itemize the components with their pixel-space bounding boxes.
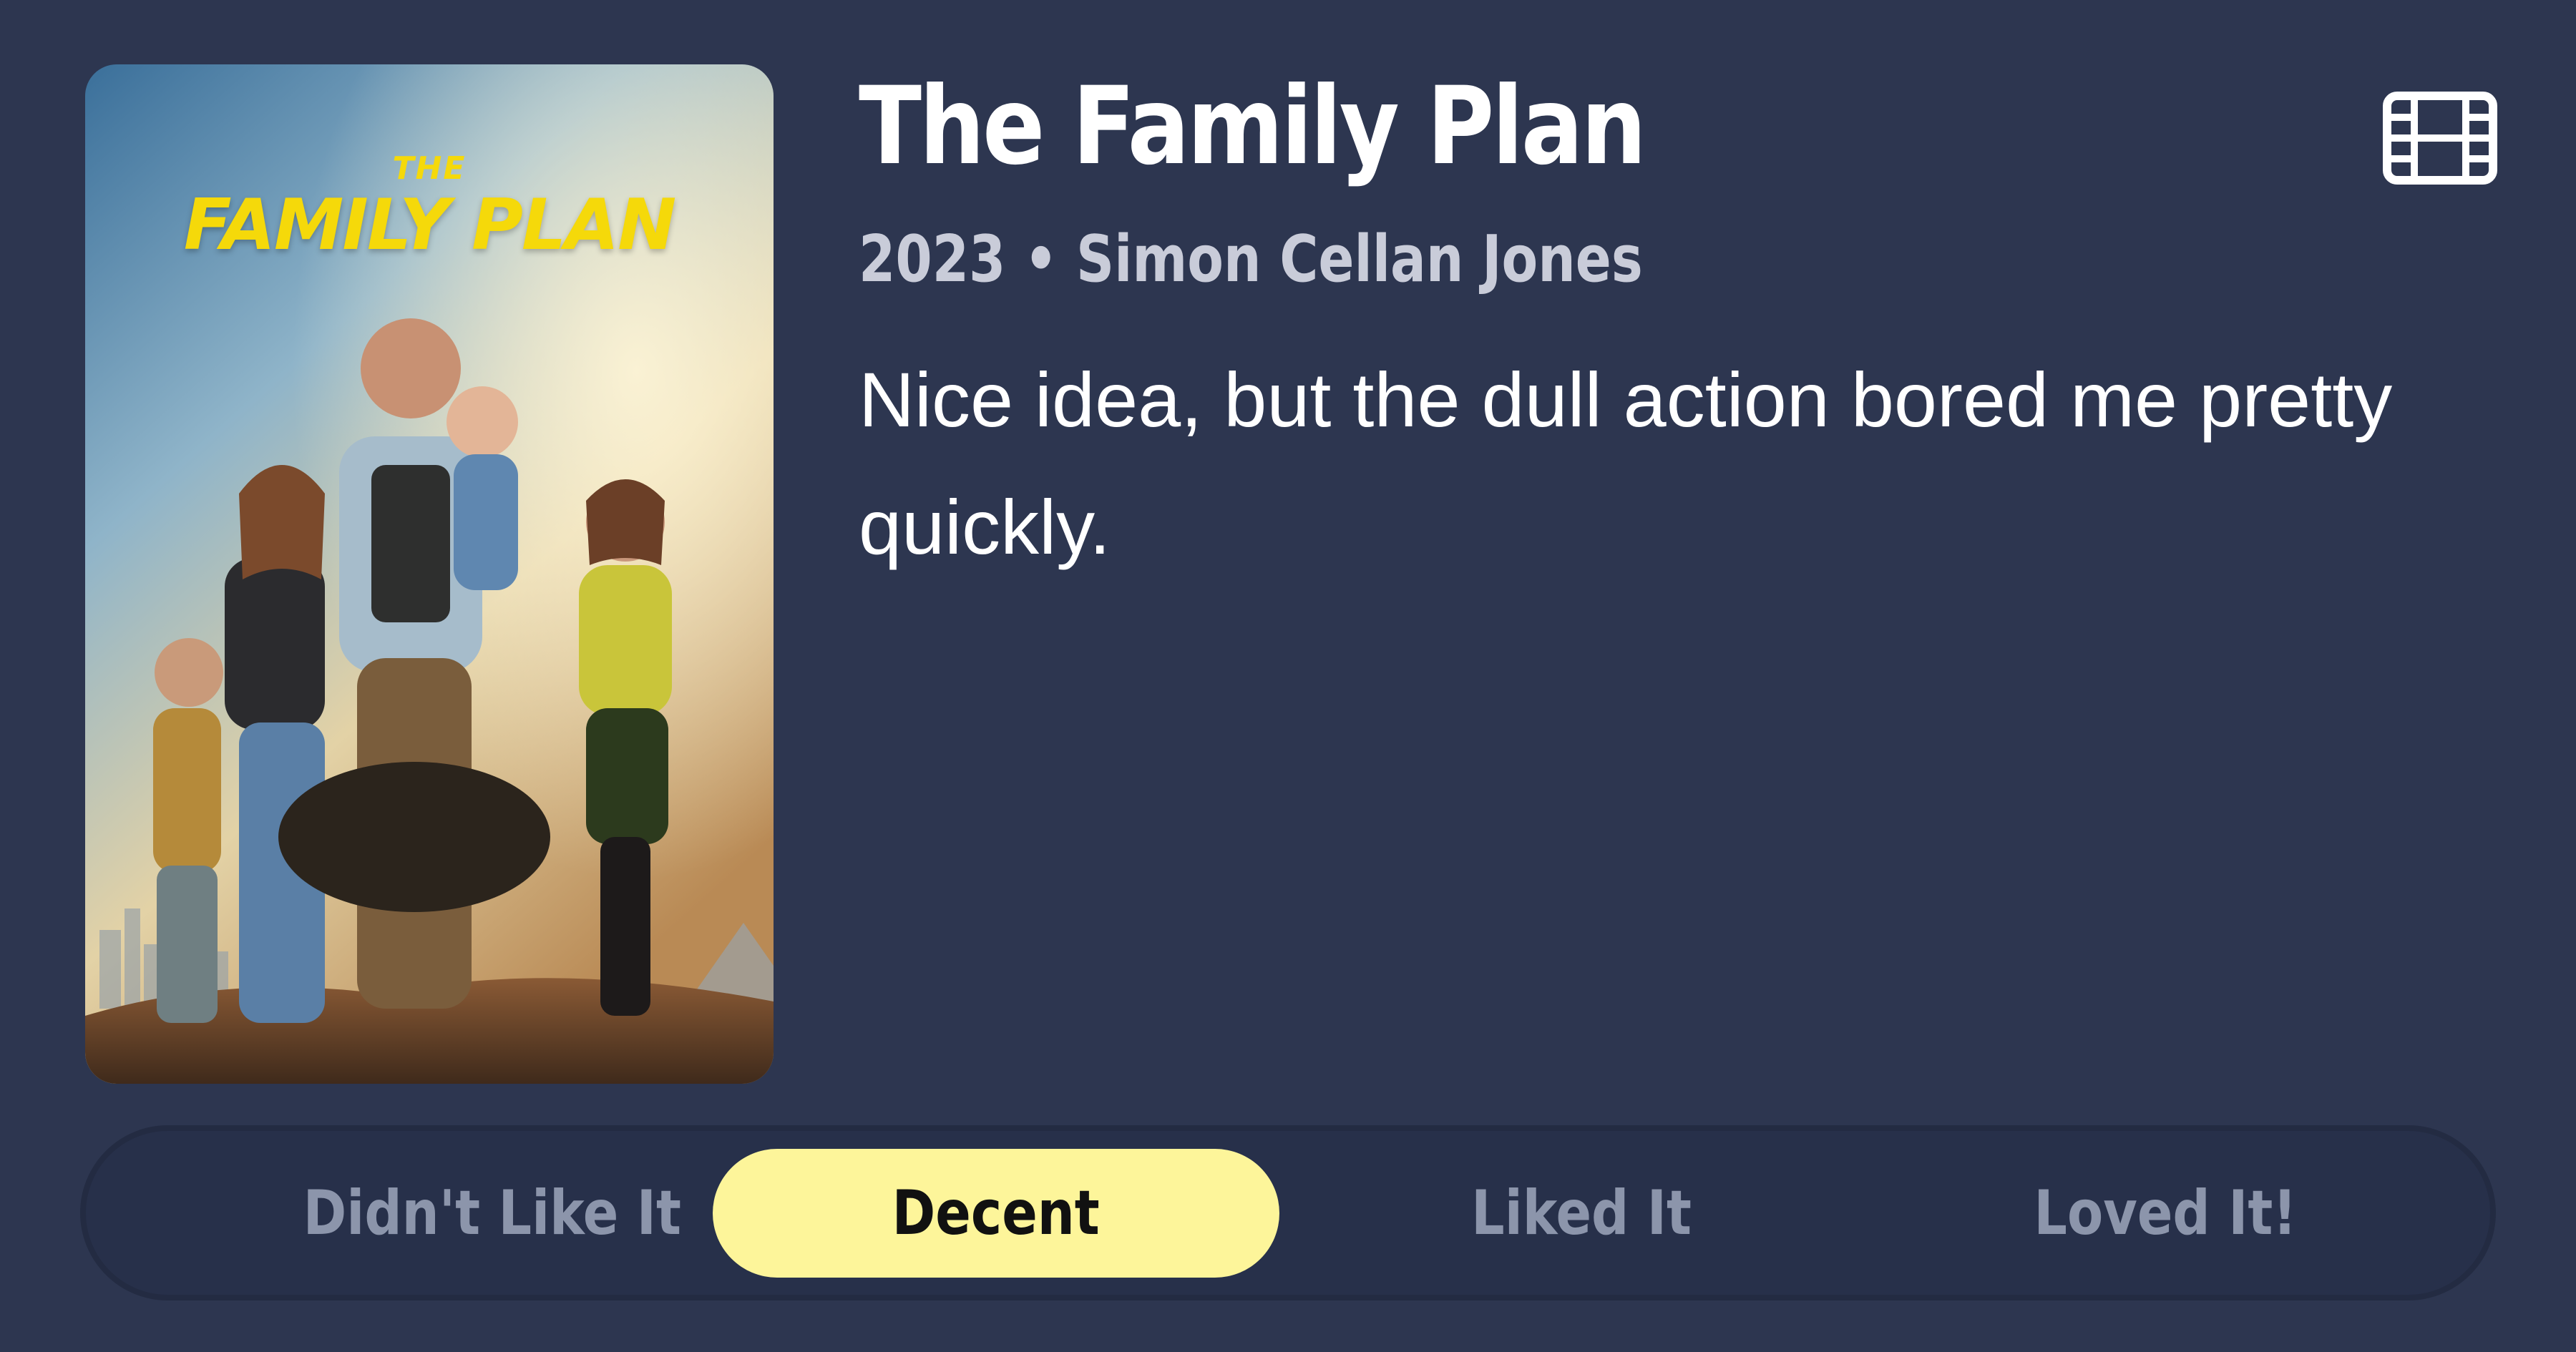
movie-review-card: THE FAMILY PLAN The Family Plan 2023 • S… [0, 0, 2576, 1352]
movie-title: The Family Plan [859, 64, 1646, 189]
poster-title-big: FAMILY PLAN [183, 185, 677, 266]
movie-meta: 2023 • Simon Cellan Jones [859, 222, 1643, 297]
rating-option-didnt-like-it[interactable]: Didn't Like It [209, 1149, 776, 1278]
rating-option-loved-it[interactable]: Loved It! [1882, 1149, 2449, 1278]
rating-option-label: Loved It! [2034, 1177, 2297, 1249]
rating-option-label: Decent [892, 1177, 1101, 1249]
rating-option-label: Didn't Like It [303, 1177, 682, 1249]
review-text: Nice idea, but the dull action bored me … [859, 356, 2393, 570]
rating-option-label: Liked It [1471, 1177, 1692, 1249]
rating-option-liked-it[interactable]: Liked It [1298, 1149, 1865, 1278]
poster-title-small: THE [392, 150, 467, 187]
rating-option-decent[interactable]: Decent [713, 1149, 1279, 1278]
rating-selector: Didn't Like It Decent Liked It Loved It! [80, 1125, 2496, 1300]
film-icon[interactable] [2383, 92, 2497, 185]
movie-poster[interactable]: THE FAMILY PLAN [85, 64, 774, 1084]
